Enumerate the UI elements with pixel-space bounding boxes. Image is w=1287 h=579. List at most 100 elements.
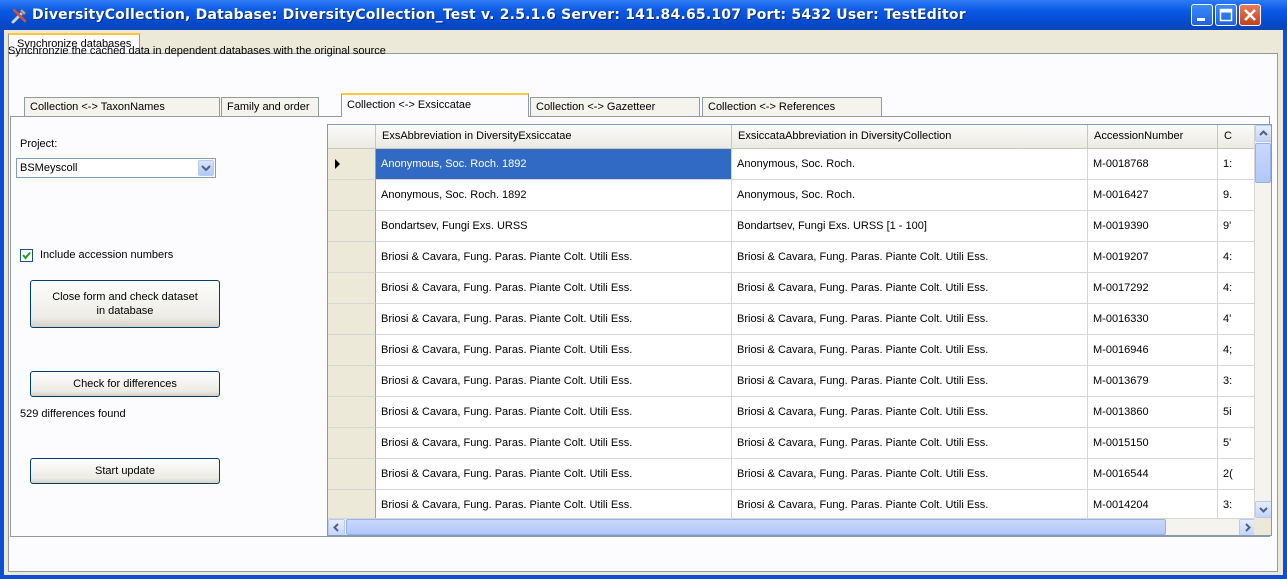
cell-accession-number[interactable]: M-0019207 bbox=[1088, 242, 1218, 273]
cell-exsiccata-abbreviation[interactable]: Briosi & Cavara, Fung. Paras. Piante Col… bbox=[732, 459, 1088, 490]
tab-family-and-order[interactable]: Family and order bbox=[221, 97, 319, 117]
row-header[interactable] bbox=[328, 490, 376, 521]
cell-accession-number[interactable]: M-0017292 bbox=[1088, 273, 1218, 304]
cell-exsiccata-abbreviation[interactable]: Briosi & Cavara, Fung. Paras. Piante Col… bbox=[732, 273, 1088, 304]
table-row[interactable]: Briosi & Cavara, Fung. Paras. Piante Col… bbox=[328, 490, 1271, 521]
cell-exsiccata-abbreviation[interactable]: Anonymous, Soc. Roch. bbox=[732, 180, 1088, 211]
table-row[interactable]: Briosi & Cavara, Fung. Paras. Piante Col… bbox=[328, 304, 1271, 335]
dropdown-button[interactable] bbox=[198, 160, 214, 176]
cell-c[interactable]: 5' bbox=[1218, 428, 1258, 459]
start-update-button[interactable]: Start update bbox=[30, 458, 220, 484]
cell-accession-number[interactable]: M-0013860 bbox=[1088, 397, 1218, 428]
cell-exs-abbreviation[interactable]: Anonymous, Soc. Roch. 1892 bbox=[376, 149, 732, 180]
cell-exsiccata-abbreviation[interactable]: Briosi & Cavara, Fung. Paras. Piante Col… bbox=[732, 397, 1088, 428]
cell-exsiccata-abbreviation[interactable]: Anonymous, Soc. Roch. bbox=[732, 149, 1088, 180]
cell-exsiccata-abbreviation[interactable]: Briosi & Cavara, Fung. Paras. Piante Col… bbox=[732, 428, 1088, 459]
cell-exsiccata-abbreviation[interactable]: Briosi & Cavara, Fung. Paras. Piante Col… bbox=[732, 366, 1088, 397]
title-bar[interactable]: DiversityCollection, Database: Diversity… bbox=[0, 0, 1287, 30]
row-header[interactable] bbox=[328, 211, 376, 242]
row-header[interactable] bbox=[328, 180, 376, 211]
table-row[interactable]: Briosi & Cavara, Fung. Paras. Piante Col… bbox=[328, 428, 1271, 459]
check-differences-button[interactable]: Check for differences bbox=[30, 371, 220, 397]
cell-c[interactable]: 9' bbox=[1218, 211, 1258, 242]
tab-collection-exsiccatae[interactable]: Collection <-> Exsiccatae bbox=[341, 93, 529, 117]
cell-c[interactable]: 4: bbox=[1218, 273, 1258, 304]
close-and-check-button[interactable]: Close form and check dataset in database bbox=[30, 280, 220, 328]
cell-c[interactable]: 4; bbox=[1218, 335, 1258, 366]
column-header-c[interactable]: C bbox=[1218, 125, 1258, 149]
row-header[interactable] bbox=[328, 335, 376, 366]
table-row[interactable]: Anonymous, Soc. Roch. 1892 Anonymous, Soc… bbox=[328, 180, 1271, 211]
row-header[interactable] bbox=[328, 366, 376, 397]
tab-collection-references[interactable]: Collection <-> References bbox=[702, 97, 882, 117]
cell-exsiccata-abbreviation[interactable]: Briosi & Cavara, Fung. Paras. Piante Col… bbox=[732, 490, 1088, 521]
cell-c[interactable]: 4: bbox=[1218, 242, 1258, 273]
differences-grid[interactable]: ExsAbbreviation in DiversityExsiccatae E… bbox=[327, 124, 1272, 536]
cell-accession-number[interactable]: M-0014204 bbox=[1088, 490, 1218, 521]
table-row[interactable]: Anonymous, Soc. Roch. 1892 Anonymous, Soc… bbox=[328, 149, 1271, 180]
column-header-accession-number[interactable]: AccessionNumber bbox=[1088, 125, 1218, 149]
vertical-scrollbar[interactable] bbox=[1254, 125, 1271, 518]
tab-collection-taxonnames[interactable]: Collection <-> TaxonNames bbox=[24, 97, 220, 117]
cell-exs-abbreviation[interactable]: Briosi & Cavara, Fung. Paras. Piante Col… bbox=[376, 428, 732, 459]
cell-exs-abbreviation[interactable]: Briosi & Cavara, Fung. Paras. Piante Col… bbox=[376, 242, 732, 273]
row-header[interactable] bbox=[328, 242, 376, 273]
project-select[interactable]: BSMeyscoll bbox=[16, 158, 216, 178]
tab-collection-gazetteer[interactable]: Collection <-> Gazetteer bbox=[530, 97, 700, 117]
include-accession-label[interactable]: Include accession numbers bbox=[40, 249, 173, 261]
table-row[interactable]: Briosi & Cavara, Fung. Paras. Piante Col… bbox=[328, 242, 1271, 273]
row-header[interactable] bbox=[328, 397, 376, 428]
cell-accession-number[interactable]: M-0016544 bbox=[1088, 459, 1218, 490]
cell-c[interactable]: 2( bbox=[1218, 459, 1258, 490]
cell-accession-number[interactable]: M-0015150 bbox=[1088, 428, 1218, 459]
cell-exs-abbreviation[interactable]: Bondartsev, Fungi Exs. URSS bbox=[376, 211, 732, 242]
row-header[interactable] bbox=[328, 428, 376, 459]
maximize-button[interactable] bbox=[1215, 4, 1237, 26]
vertical-scroll-thumb[interactable] bbox=[1255, 143, 1271, 183]
cell-exsiccata-abbreviation[interactable]: Briosi & Cavara, Fung. Paras. Piante Col… bbox=[732, 335, 1088, 366]
cell-accession-number[interactable]: M-0019390 bbox=[1088, 211, 1218, 242]
scroll-left-button[interactable] bbox=[328, 519, 345, 535]
include-accession-checkbox[interactable] bbox=[20, 249, 33, 262]
cell-exs-abbreviation[interactable]: Briosi & Cavara, Fung. Paras. Piante Col… bbox=[376, 366, 732, 397]
cell-c[interactable]: 9. bbox=[1218, 180, 1258, 211]
horizontal-scroll-thumb[interactable] bbox=[346, 519, 1166, 535]
row-header[interactable] bbox=[328, 273, 376, 304]
row-header[interactable] bbox=[328, 459, 376, 490]
cell-accession-number[interactable]: M-0016330 bbox=[1088, 304, 1218, 335]
cell-exsiccata-abbreviation[interactable]: Bondartsev, Fungi Exs. URSS [1 - 100] bbox=[732, 211, 1088, 242]
table-row[interactable]: Bondartsev, Fungi Exs. URSS Bondartsev, F… bbox=[328, 211, 1271, 242]
table-row[interactable]: Briosi & Cavara, Fung. Paras. Piante Col… bbox=[328, 397, 1271, 428]
minimize-button[interactable] bbox=[1191, 4, 1213, 26]
cell-accession-number[interactable]: M-0018768 bbox=[1088, 149, 1218, 180]
row-header[interactable] bbox=[328, 149, 376, 180]
cell-exs-abbreviation[interactable]: Briosi & Cavara, Fung. Paras. Piante Col… bbox=[376, 490, 732, 521]
cell-exs-abbreviation[interactable]: Briosi & Cavara, Fung. Paras. Piante Col… bbox=[376, 397, 732, 428]
cell-exs-abbreviation[interactable]: Briosi & Cavara, Fung. Paras. Piante Col… bbox=[376, 335, 732, 366]
cell-exs-abbreviation[interactable]: Briosi & Cavara, Fung. Paras. Piante Col… bbox=[376, 459, 732, 490]
cell-accession-number[interactable]: M-0016946 bbox=[1088, 335, 1218, 366]
cell-exs-abbreviation[interactable]: Anonymous, Soc. Roch. 1892 bbox=[376, 180, 732, 211]
cell-accession-number[interactable]: M-0013679 bbox=[1088, 366, 1218, 397]
cell-accession-number[interactable]: M-0016427 bbox=[1088, 180, 1218, 211]
cell-exs-abbreviation[interactable]: Briosi & Cavara, Fung. Paras. Piante Col… bbox=[376, 273, 732, 304]
cell-c[interactable]: 5i bbox=[1218, 397, 1258, 428]
cell-c[interactable]: 3: bbox=[1218, 366, 1258, 397]
column-header-exs-abbreviation[interactable]: ExsAbbreviation in DiversityExsiccatae bbox=[376, 125, 732, 149]
cell-c[interactable]: 4' bbox=[1218, 304, 1258, 335]
column-header-exsiccata-abbreviation[interactable]: ExsiccataAbbreviation in DiversityCollec… bbox=[732, 125, 1088, 149]
scroll-up-button[interactable] bbox=[1255, 125, 1271, 142]
close-window-button[interactable] bbox=[1239, 4, 1261, 26]
cell-c[interactable]: 1: bbox=[1218, 149, 1258, 180]
scroll-down-button[interactable] bbox=[1255, 501, 1271, 518]
cell-exs-abbreviation[interactable]: Briosi & Cavara, Fung. Paras. Piante Col… bbox=[376, 304, 732, 335]
horizontal-scrollbar[interactable] bbox=[328, 518, 1256, 535]
row-header[interactable] bbox=[328, 304, 376, 335]
table-row[interactable]: Briosi & Cavara, Fung. Paras. Piante Col… bbox=[328, 335, 1271, 366]
table-row[interactable]: Briosi & Cavara, Fung. Paras. Piante Col… bbox=[328, 366, 1271, 397]
table-row[interactable]: Briosi & Cavara, Fung. Paras. Piante Col… bbox=[328, 459, 1271, 490]
cell-exsiccata-abbreviation[interactable]: Briosi & Cavara, Fung. Paras. Piante Col… bbox=[732, 304, 1088, 335]
cell-exsiccata-abbreviation[interactable]: Briosi & Cavara, Fung. Paras. Piante Col… bbox=[732, 242, 1088, 273]
cell-c[interactable]: 3: bbox=[1218, 490, 1258, 521]
table-row[interactable]: Briosi & Cavara, Fung. Paras. Piante Col… bbox=[328, 273, 1271, 304]
